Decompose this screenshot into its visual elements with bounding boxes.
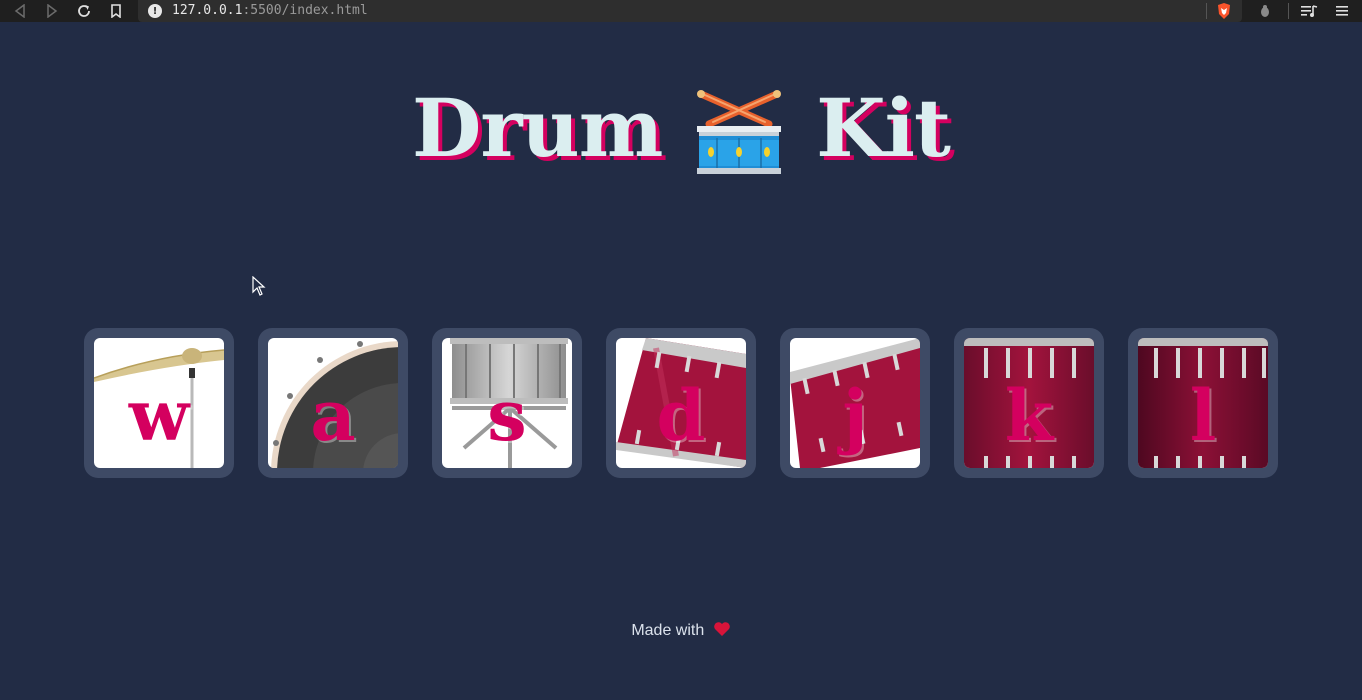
drum-keys: w a s d j k l xyxy=(84,328,1278,478)
drum-key-d[interactable]: d xyxy=(606,328,756,478)
heart-icon xyxy=(713,621,731,637)
tom3-image: k xyxy=(964,338,1094,468)
url-path: :5500/index.html xyxy=(242,3,368,18)
key-letter: w xyxy=(128,374,190,457)
drum-key-w[interactable]: w xyxy=(84,328,234,478)
extension-icon[interactable] xyxy=(1258,4,1272,18)
page-title: Drum Kit xyxy=(0,78,1362,178)
footer: Made with xyxy=(0,621,1362,640)
kick-image: a xyxy=(268,338,398,468)
menu-icon[interactable] xyxy=(1334,3,1350,19)
drum-key-l[interactable]: l xyxy=(1128,328,1278,478)
reload-icon[interactable] xyxy=(72,0,96,22)
drum-key-j[interactable]: j xyxy=(780,328,930,478)
brave-shield-icon[interactable] xyxy=(1215,2,1233,20)
key-letter: l xyxy=(1189,374,1217,457)
key-letter: k xyxy=(1004,374,1054,457)
mouse-cursor-icon xyxy=(252,275,266,296)
footer-text: Made with xyxy=(631,622,705,639)
bookmark-icon[interactable] xyxy=(104,0,128,22)
drum-key-s[interactable]: s xyxy=(432,328,582,478)
media-icon[interactable] xyxy=(1300,3,1318,19)
title-word-kit: Kit xyxy=(816,81,951,175)
key-letter: j xyxy=(842,374,868,457)
tom4-image: l xyxy=(1138,338,1268,468)
forward-icon[interactable] xyxy=(40,0,64,22)
tom1-image: d xyxy=(616,338,746,468)
toolbar-divider xyxy=(1288,3,1289,19)
tom2-image: j xyxy=(790,338,920,468)
key-letter: d xyxy=(656,374,706,457)
back-icon[interactable] xyxy=(8,0,32,22)
key-letter: a xyxy=(310,374,356,457)
url-text[interactable]: 127.0.0.1:5500/index.html xyxy=(172,3,368,18)
key-letter: s xyxy=(487,374,527,457)
drum-key-a[interactable]: a xyxy=(258,328,408,478)
snare-image: s xyxy=(442,338,572,468)
drum-key-k[interactable]: k xyxy=(954,328,1104,478)
crash-image: w xyxy=(94,338,224,468)
info-icon[interactable] xyxy=(148,4,162,18)
browser-toolbar: 127.0.0.1:5500/index.html xyxy=(0,0,1362,22)
drum-icon xyxy=(691,82,787,178)
url-host: 127.0.0.1 xyxy=(172,3,243,18)
toolbar-divider xyxy=(1206,3,1207,19)
title-word-drum: Drum xyxy=(412,81,663,175)
